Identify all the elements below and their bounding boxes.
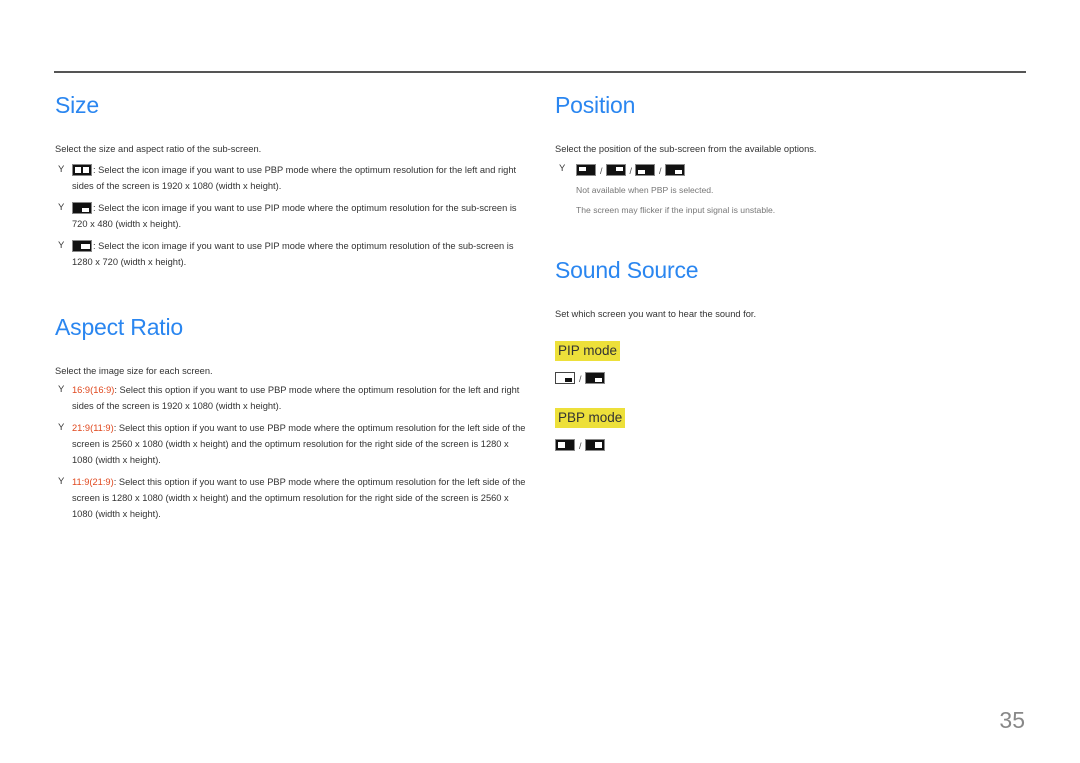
position-section: Position Select the position of the sub-…	[555, 88, 1025, 220]
aspect-item-11-9: Y 11:9(21:9): Select this option if you …	[55, 474, 530, 522]
position-bottom-right-icon	[664, 164, 685, 176]
bullet-marker: Y	[58, 476, 65, 487]
size-intro: Select the size and aspect ratio of the …	[55, 144, 262, 154]
size-item-text: : Select the icon image if you want to u…	[72, 165, 517, 191]
right-column: Position Select the position of the sub-…	[555, 88, 1025, 453]
separator: /	[659, 166, 662, 176]
pbp-split-icon	[72, 164, 92, 176]
separator: /	[629, 166, 633, 176]
pip-mode-label: PIP mode	[555, 341, 621, 361]
top-divider	[54, 71, 1026, 73]
aspect-ratio-intro: Select the image size for each screen.	[55, 366, 213, 376]
position-title: Position	[555, 92, 636, 118]
aspect-ratio-title: Aspect Ratio	[55, 314, 183, 340]
position-intro: Select the position of the sub-screen fr…	[555, 144, 817, 154]
separator: /	[600, 166, 603, 176]
sound-right-screen-icon	[584, 439, 605, 451]
option-description: : Select this option if you want to use …	[72, 423, 526, 465]
position-note-pbp: Not available when PBP is selected.	[576, 185, 714, 195]
option-description: : Select this option if you want to use …	[72, 385, 520, 411]
pip-mode-group: PIP mode /	[555, 341, 1025, 386]
bullet-marker: Y	[559, 163, 566, 174]
sound-main-screen-icon	[555, 372, 575, 384]
size-item-text: : Select the icon image if you want to u…	[72, 241, 514, 267]
pbp-sound-options: /	[555, 437, 1025, 453]
aspect-item-16-9: Y 16:9(16:9): Select this option if you …	[55, 382, 530, 414]
separator: /	[579, 374, 582, 384]
page-number: 35	[999, 707, 1025, 733]
sound-source-section: Sound Source Set which screen you want t…	[555, 253, 1025, 453]
sound-sub-screen-icon	[584, 372, 605, 384]
left-column: Size Select the size and aspect ratio of…	[55, 88, 530, 522]
aspect-item-21-9: Y 21:9(11:9): Select this option if you …	[55, 420, 530, 468]
aspect-ratio-list: Y 16:9(16:9): Select this option if you …	[55, 382, 530, 522]
bullet-marker: Y	[58, 164, 65, 175]
separator: /	[579, 441, 582, 451]
size-item-pip-medium: Y : Select the icon image if you want to…	[55, 238, 530, 270]
position-top-right-icon	[605, 164, 626, 176]
sound-source-title: Sound Source	[555, 257, 699, 283]
pip-medium-icon	[72, 240, 92, 252]
position-bottom-left-icon	[635, 164, 656, 176]
position-top-left-icon	[576, 164, 596, 176]
option-label: 16:9(16:9)	[72, 385, 115, 395]
bullet-marker: Y	[58, 384, 65, 395]
option-label: 11:9(21:9)	[72, 477, 114, 487]
size-title: Size	[55, 92, 99, 118]
size-item-pbp: Y : Select the icon image if you want to…	[55, 162, 530, 194]
option-label: 21:9(11:9)	[72, 423, 114, 433]
pbp-mode-label: PBP mode	[555, 408, 626, 428]
option-description: : Select this option if you want to use …	[72, 477, 526, 519]
position-options: Y / / /	[555, 162, 1025, 178]
pip-sound-options: /	[555, 370, 1025, 386]
pbp-mode-group: PBP mode /	[555, 408, 1025, 453]
sound-source-intro: Set which screen you want to hear the so…	[555, 309, 757, 319]
aspect-ratio-section: Aspect Ratio Select the image size for e…	[55, 310, 530, 522]
bullet-marker: Y	[58, 240, 65, 251]
position-note-flicker: The screen may flicker if the input sign…	[576, 205, 776, 215]
pip-small-icon	[72, 202, 92, 214]
size-item-pip-small: Y : Select the icon image if you want to…	[55, 200, 530, 232]
size-item-text: : Select the icon image if you want to u…	[72, 203, 517, 229]
size-section: Size Select the size and aspect ratio of…	[55, 88, 530, 270]
size-list: Y : Select the icon image if you want to…	[55, 162, 530, 270]
sound-left-screen-icon	[555, 439, 575, 451]
bullet-marker: Y	[58, 202, 65, 213]
bullet-marker: Y	[58, 422, 65, 433]
